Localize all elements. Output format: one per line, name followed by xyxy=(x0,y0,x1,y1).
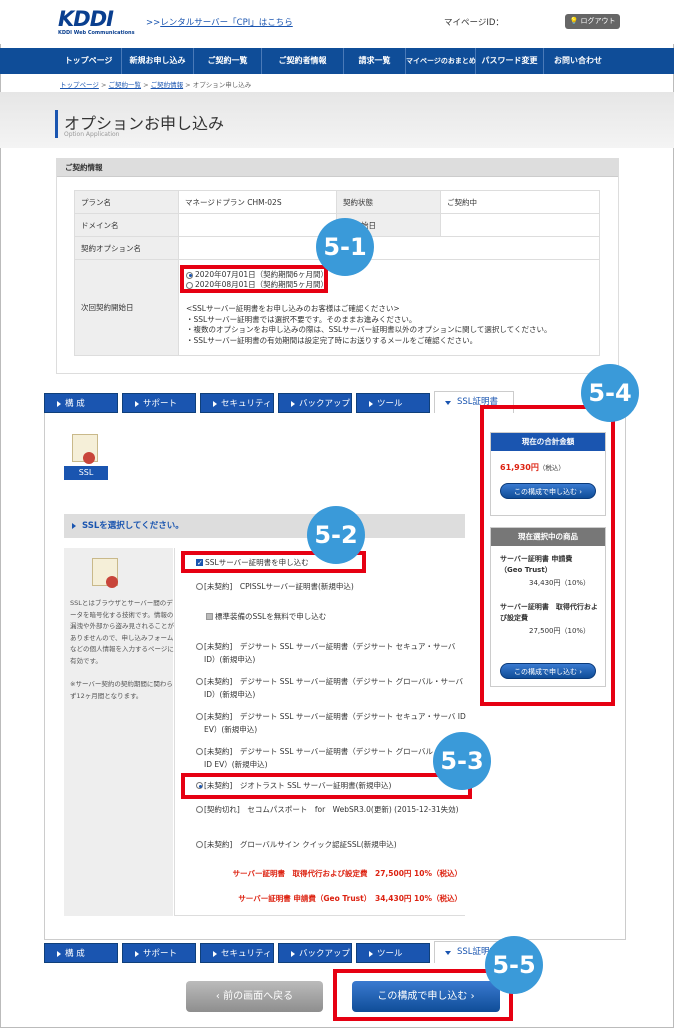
option-tabs-top: 構 成 サポート セキュリティー バックアップ ツール SSL証明書 xyxy=(44,391,514,429)
tab-backup[interactable]: バックアップ xyxy=(278,943,352,963)
tab-security[interactable]: セキュリティー xyxy=(200,943,274,979)
nav-contractor[interactable]: ご契約者情報 xyxy=(262,48,344,74)
highlight-summary xyxy=(480,405,615,706)
nav-contact[interactable]: お問い合わせ xyxy=(544,48,612,74)
cpi-link[interactable]: >>レンタルサーバー「CPI」はこちら xyxy=(146,16,293,28)
page-subtitle: Option Application xyxy=(64,131,120,138)
callout-5-3: 5-3 xyxy=(433,732,491,790)
ssl-option-digicert-secure-ev[interactable]: [未契約] デジサート SSL サーバー証明書（デジサート セキュア・サーバ I… xyxy=(196,710,468,736)
nav-contracts[interactable]: ご契約一覧 xyxy=(194,48,262,74)
header: KDDI KDDI Web Communications >>レンタルサーバー「… xyxy=(0,0,674,44)
radio[interactable] xyxy=(196,841,203,848)
tab-security[interactable]: セキュリティー xyxy=(200,393,274,429)
mypage-id: マイページID： xyxy=(444,18,504,28)
nav-summary[interactable]: マイページのおまとめ xyxy=(406,48,476,74)
logout-button[interactable]: 💡 ログアウト xyxy=(565,14,620,29)
tab-tools[interactable]: ツール xyxy=(356,393,430,413)
ssl-option-digicert-global-ev[interactable]: [未契約] デジサート SSL サーバー証明書（デジサート グローバル・サーバ … xyxy=(196,745,468,771)
radio[interactable] xyxy=(196,748,203,755)
radio[interactable] xyxy=(196,713,203,720)
ssl-option-digicert-global[interactable]: [未契約] デジサート SSL サーバー証明書（デジサート グローバル・サーバ … xyxy=(196,675,468,701)
highlight-geotrust xyxy=(181,773,472,799)
ssl-option-globalsign[interactable]: [未契約] グローバルサイン クイック認証SSL(新規申込) xyxy=(196,838,468,851)
seal-icon xyxy=(83,452,95,464)
tab-backup[interactable]: バックアップ xyxy=(278,393,352,413)
price-line-setup: サーバー証明書 取得代行および設定費 27,500円 10%（税込） xyxy=(232,869,462,878)
tab-tools[interactable]: ツール xyxy=(356,943,430,963)
nav-top[interactable]: トップページ xyxy=(56,48,122,74)
highlight-start-date xyxy=(180,265,328,293)
price-line-application: サーバー証明書 申請費（Geo Trust） 34,430円 10%（税込） xyxy=(238,894,462,903)
radio[interactable] xyxy=(196,643,203,650)
seal-icon xyxy=(106,576,118,588)
checkbox-disabled[interactable] xyxy=(206,613,213,620)
ssl-select-header: SSLを選択してください。 xyxy=(64,514,465,538)
ssl-certificate-icon: SSL xyxy=(64,432,108,482)
ssl-option-cpi[interactable]: [未契約] CPISSLサーバー証明書(新規申込) xyxy=(196,580,468,593)
radio[interactable] xyxy=(196,678,203,685)
kddi-logo[interactable]: KDDI KDDI Web Communications xyxy=(58,8,136,38)
ssl-description: SSLとはブラウザとサーバー間のデータを暗号化する技術です。情報の漏洩や外部から… xyxy=(70,599,174,700)
option-tabs-bottom: 構 成 サポート セキュリティー バックアップ ツール SSL証明書 xyxy=(44,941,514,979)
tab-support[interactable]: サポート xyxy=(122,393,196,413)
title-accent xyxy=(55,110,58,138)
nav-new[interactable]: 新規お申し込み xyxy=(122,48,194,74)
free-ssl-checkbox[interactable]: 標準装備のSSLを無料で申し込む xyxy=(206,610,478,623)
nav-password[interactable]: パスワード変更 xyxy=(476,48,544,74)
highlight-submit xyxy=(333,969,513,1021)
callout-5-1: 5-1 xyxy=(316,218,374,276)
callout-5-5: 5-5 xyxy=(485,936,543,994)
back-button[interactable]: ‹ 前の画面へ戻る xyxy=(186,981,323,1012)
radio[interactable] xyxy=(196,806,203,813)
callout-5-4: 5-4 xyxy=(581,364,639,422)
contract-info-header: ご契約情報 xyxy=(57,159,618,177)
ssl-notes: <SSLサーバー証明書をお申し込みのお客様はご確認ください> ・SSLサーバー証… xyxy=(186,304,552,345)
tab-config[interactable]: 構 成 xyxy=(44,393,118,413)
tab-config[interactable]: 構 成 xyxy=(44,943,118,963)
chevron-left-icon: ‹ xyxy=(215,991,220,1002)
bulb-icon: 💡 xyxy=(569,17,579,25)
tab-support[interactable]: サポート xyxy=(122,943,196,963)
ssl-option-secom[interactable]: [契約切れ] セコムパスポート for WebSR3.0(更新) (2015-1… xyxy=(196,803,468,816)
nav-billing[interactable]: 請求一覧 xyxy=(344,48,406,74)
ssl-option-digicert-secure[interactable]: [未契約] デジサート SSL サーバー証明書（デジサート セキュア・サーバ I… xyxy=(196,640,468,666)
callout-5-2: 5-2 xyxy=(307,506,365,564)
breadcrumb: トップページ > ご契約一覧 > ご契約情報 > オプション申し込み xyxy=(60,81,252,89)
main-nav: トップページ 新規お申し込み ご契約一覧 ご契約者情報 請求一覧 マイページのお… xyxy=(0,48,674,74)
radio[interactable] xyxy=(196,583,203,590)
